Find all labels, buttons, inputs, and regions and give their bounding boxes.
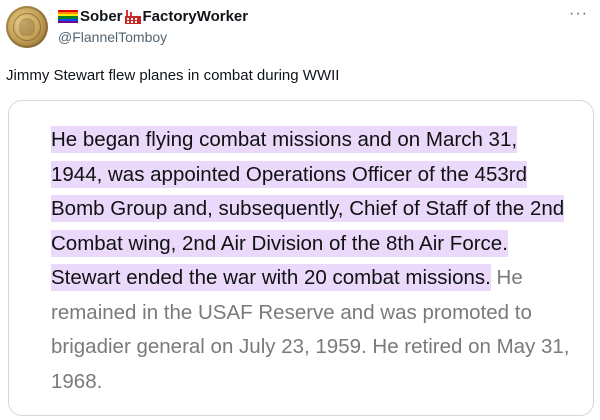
quoted-passage: He began flying combat missions and on M… xyxy=(51,123,571,399)
more-options-icon[interactable]: ··· xyxy=(569,6,588,22)
user-handle[interactable]: @FlannelTomboy xyxy=(58,27,570,47)
factory-icon xyxy=(124,9,141,24)
display-name-part-1: Sober xyxy=(80,8,123,25)
coin-portrait xyxy=(19,18,35,36)
tweet-header: Sober FactoryWorker @FlannelTomboy xyxy=(58,7,570,47)
display-name-part-2: FactoryWorker xyxy=(142,8,249,25)
rainbow-flag-icon xyxy=(58,9,78,24)
tweet-text: Jimmy Stewart flew planes in combat duri… xyxy=(6,67,340,84)
display-name[interactable]: Sober FactoryWorker xyxy=(58,7,570,26)
attached-image-card[interactable]: He began flying combat missions and on M… xyxy=(8,100,594,416)
highlighted-text: He began flying combat missions and on M… xyxy=(51,126,565,291)
profile-avatar[interactable] xyxy=(6,6,48,48)
